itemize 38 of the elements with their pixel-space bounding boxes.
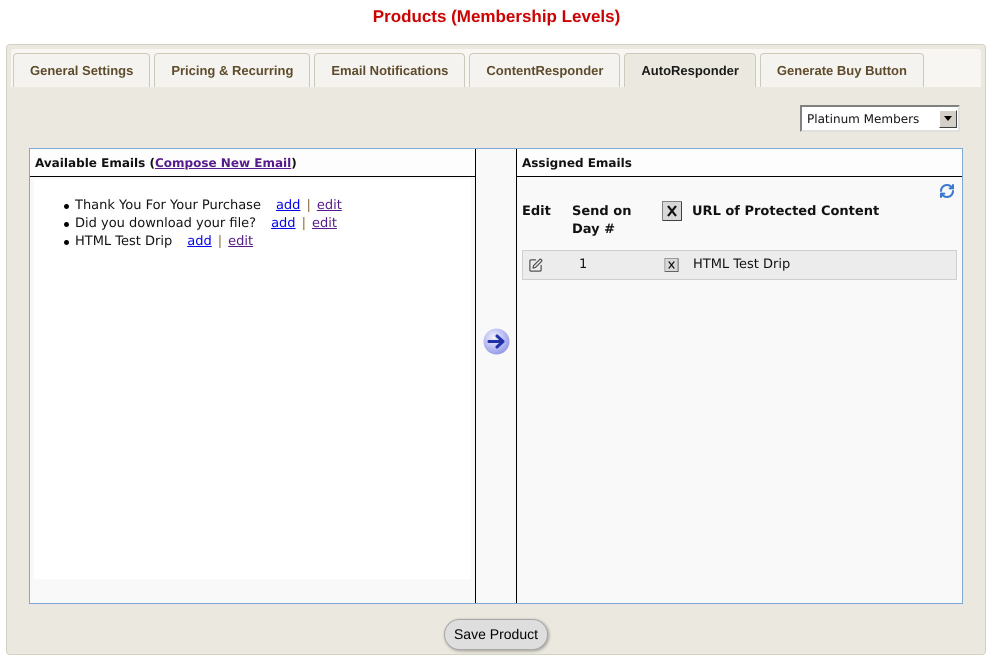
bullet-icon bbox=[64, 204, 69, 208]
email-name: Did you download your file? bbox=[75, 215, 256, 234]
table-cell: HTML Test Drip bbox=[693, 257, 790, 272]
table-cell: 1 bbox=[579, 257, 588, 272]
edit-link[interactable]: edit bbox=[228, 232, 254, 252]
separator: | bbox=[218, 233, 222, 252]
save-button[interactable]: Save Product bbox=[444, 619, 548, 650]
compose-link[interactable]: Compose New Email bbox=[154, 156, 292, 170]
caret-icon[interactable] bbox=[939, 110, 957, 128]
tab[interactable]: General Settings bbox=[13, 53, 150, 87]
panel-title: Assigned Emails bbox=[522, 154, 632, 172]
membership-select[interactable]: Platinum Members bbox=[800, 105, 960, 132]
edit-link[interactable]: edit bbox=[316, 196, 342, 216]
email-name: Thank You For Your Purchase bbox=[75, 197, 261, 216]
tab[interactable]: Email Notifications bbox=[314, 53, 466, 87]
page-title: Products (Membership Levels) bbox=[372, 6, 620, 28]
tab[interactable]: Generate Buy Button bbox=[760, 53, 924, 87]
separator: | bbox=[302, 215, 306, 234]
add-link[interactable]: add bbox=[271, 214, 296, 234]
column-header: Edit bbox=[522, 203, 552, 221]
bullet-icon bbox=[64, 240, 69, 244]
email-name: HTML Test Drip bbox=[75, 233, 172, 252]
bullet-icon bbox=[64, 222, 69, 226]
tab[interactable]: AutoResponder bbox=[624, 53, 756, 87]
edit-icon[interactable] bbox=[528, 258, 543, 272]
column-header: URL of Protected Content bbox=[692, 203, 880, 221]
panel-title: Available Emails (Compose New Email) bbox=[35, 154, 297, 172]
add-link[interactable]: add bbox=[276, 196, 300, 216]
edit-link[interactable]: edit bbox=[312, 214, 337, 234]
close-icon[interactable] bbox=[662, 201, 682, 221]
column-header: Send on Day # bbox=[572, 203, 632, 239]
tab[interactable]: Pricing & Recurring bbox=[154, 53, 310, 87]
arrow-right-icon[interactable] bbox=[482, 328, 510, 355]
refresh-icon[interactable] bbox=[939, 183, 955, 199]
add-link[interactable]: add bbox=[187, 232, 212, 252]
separator: | bbox=[306, 197, 311, 216]
tab[interactable]: ContentResponder bbox=[469, 53, 620, 87]
delete-icon[interactable] bbox=[664, 258, 679, 272]
